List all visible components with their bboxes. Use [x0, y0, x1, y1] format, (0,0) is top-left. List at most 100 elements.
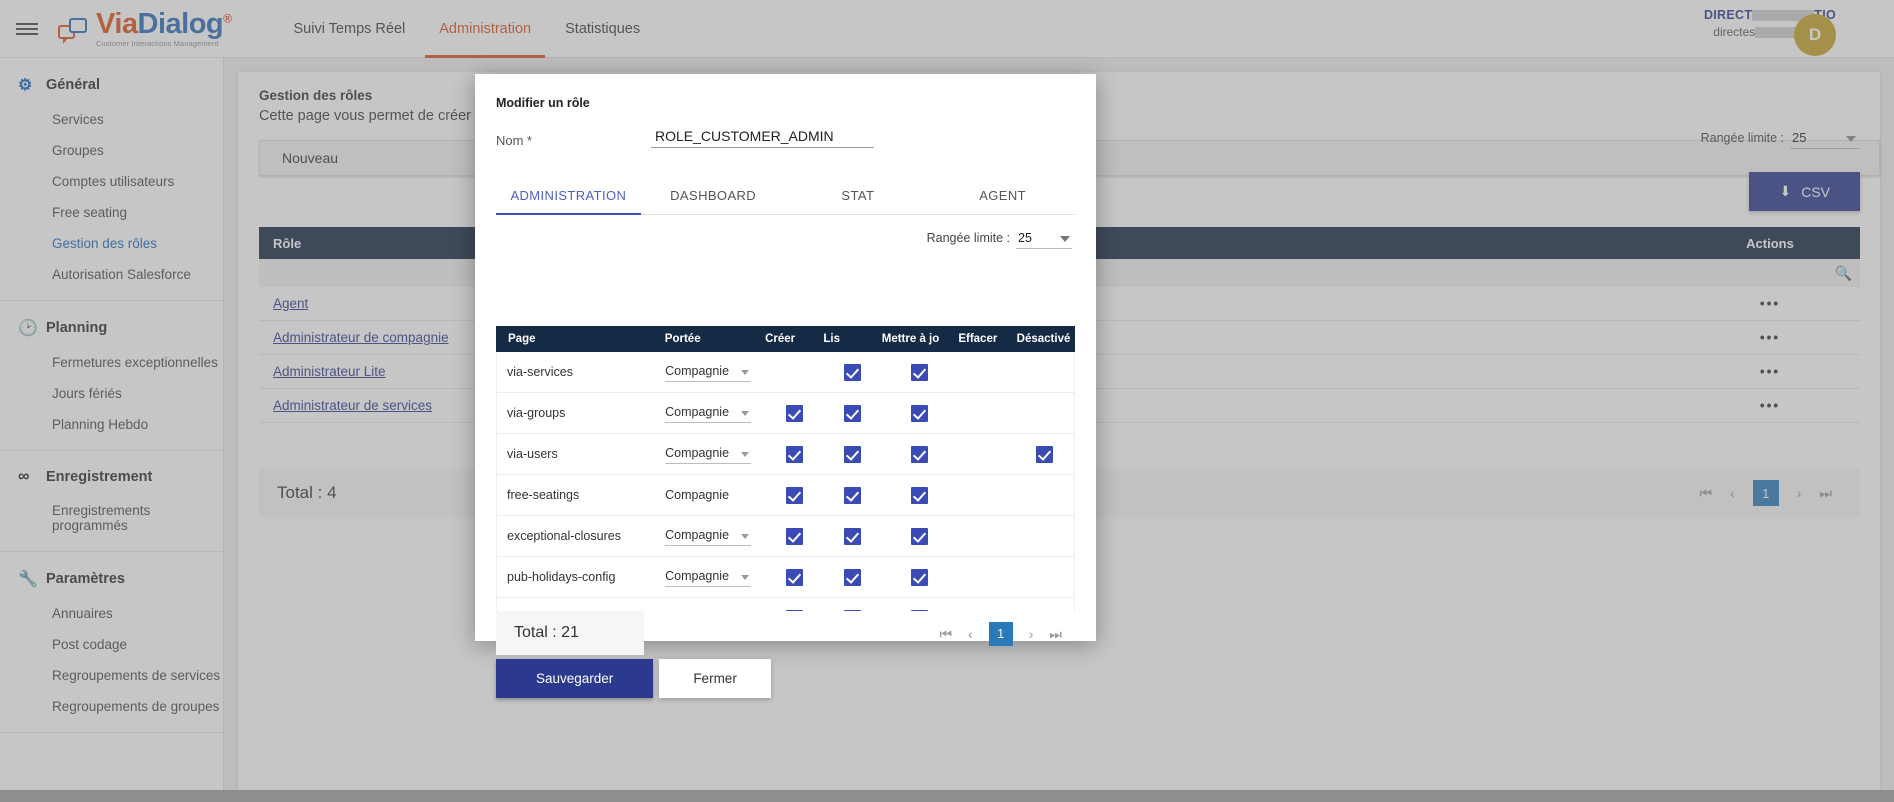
scope-value: Compagnie: [665, 487, 730, 502]
page-name: via-groups: [507, 406, 566, 420]
modal-row-limit-value: 25: [1018, 231, 1032, 245]
checkbox-mettre-a-jour[interactable]: [911, 404, 929, 422]
checkbox-creer[interactable]: [785, 609, 803, 611]
pagination-first-icon[interactable]: ⏮: [939, 626, 952, 643]
checkbox-lis[interactable]: [843, 486, 861, 504]
scope-select[interactable]: Compagnie: [665, 364, 752, 382]
tab-administration[interactable]: ADMINISTRATION: [496, 178, 641, 215]
checkbox-desactive[interactable]: [1036, 364, 1053, 381]
pagination-last-icon[interactable]: ⏭: [1049, 626, 1062, 643]
page-name: pub-holidays-config: [507, 570, 616, 584]
role-name-field-row: Nom * ROLE_CUSTOMER_ADMIN: [475, 110, 1096, 148]
table-row[interactable]: weekly-configs Compagnie: [497, 598, 1074, 611]
checkbox-creer[interactable]: [785, 486, 803, 504]
scope-select[interactable]: Compagnie: [665, 528, 752, 546]
modal-title: Modifier un rôle: [496, 96, 590, 110]
checkbox-mettre-a-jour[interactable]: [911, 445, 929, 463]
scope-value: Compagnie: [665, 569, 730, 583]
checkbox-effacer[interactable]: [978, 487, 995, 504]
checkbox-mettre-a-jour[interactable]: [911, 527, 929, 545]
checkbox-creer[interactable]: [785, 568, 803, 586]
page-name: free-seatings: [507, 488, 580, 502]
checkbox-lis[interactable]: [843, 568, 861, 586]
checkbox-lis[interactable]: [843, 445, 861, 463]
checkbox-effacer[interactable]: [978, 405, 995, 422]
chevron-down-icon: [741, 534, 750, 539]
checkbox-mettre-a-jour[interactable]: [911, 609, 929, 611]
table-row[interactable]: free-seatings Compagnie: [497, 475, 1074, 516]
permissions-table: Page Portée Créer Lis Mettre à jo Efface…: [496, 326, 1075, 611]
checkbox-effacer[interactable]: [978, 610, 995, 612]
checkbox-desactive[interactable]: [1036, 528, 1053, 545]
table-row[interactable]: pub-holidays-config Compagnie: [497, 557, 1074, 598]
scope-value: Compagnie: [665, 610, 729, 611]
checkbox-effacer[interactable]: [978, 364, 995, 381]
checkbox-desactive[interactable]: [1036, 405, 1053, 422]
role-name-label: Nom *: [496, 133, 533, 148]
checkbox-effacer[interactable]: [978, 446, 995, 463]
checkbox-creer[interactable]: [785, 527, 803, 545]
scope-select[interactable]: Compagnie: [665, 569, 752, 587]
column-header-creer: Créer: [765, 333, 796, 345]
modal-row-limit-select[interactable]: 25: [1016, 231, 1072, 249]
pagination-page-1[interactable]: 1: [988, 622, 1013, 646]
tab-dashboard[interactable]: DASHBOARD: [641, 178, 786, 214]
checkbox-mettre-a-jour[interactable]: [911, 486, 929, 504]
checkbox-desactive[interactable]: [1036, 610, 1053, 612]
column-header-effacer: Effacer: [958, 333, 998, 345]
save-button[interactable]: Sauvegarder: [496, 659, 654, 698]
chevron-down-icon: [741, 411, 750, 416]
checkbox-lis[interactable]: [843, 527, 861, 545]
scope-value: Compagnie: [665, 446, 730, 460]
checkbox-creer[interactable]: [785, 445, 803, 463]
column-header-lis: Lis: [823, 333, 841, 345]
scope-select[interactable]: Compagnie: [665, 405, 752, 423]
checkbox-desactive[interactable]: [1036, 569, 1053, 586]
scope-select[interactable]: Compagnie: [665, 610, 751, 611]
scope-select[interactable]: Compagnie: [665, 488, 751, 505]
scope-value: Compagnie: [665, 364, 730, 378]
table-row[interactable]: via-groups Compagnie: [497, 393, 1074, 434]
tab-stat[interactable]: STAT: [786, 178, 931, 214]
pagination-next-icon[interactable]: ›: [1029, 626, 1034, 642]
column-header-mettre-a-jour: Mettre à jo: [881, 333, 940, 345]
modal-row-limit-control[interactable]: Rangée limite : 25: [475, 231, 1072, 249]
modal-tabs: ADMINISTRATION DASHBOARD STAT AGENT: [496, 178, 1075, 215]
checkbox-desactive[interactable]: [1036, 487, 1053, 504]
checkbox-effacer[interactable]: [978, 569, 995, 586]
modal-action-buttons: Sauvegarder Fermer: [496, 659, 771, 698]
modal-total-bar: Total : 21: [496, 611, 644, 655]
column-header-desactive: Désactivé: [1016, 333, 1071, 345]
checkbox-effacer[interactable]: [978, 528, 995, 545]
checkbox-creer[interactable]: [786, 364, 803, 381]
column-header-portee: Portée: [664, 333, 701, 345]
permissions-table-body: via-services Compagnie via-groups Compag…: [496, 352, 1075, 611]
chevron-down-icon: [741, 575, 750, 580]
checkbox-creer[interactable]: [785, 404, 803, 422]
page-name: exceptional-closures: [507, 529, 621, 543]
checkbox-mettre-a-jour[interactable]: [911, 568, 929, 586]
column-header-page: Page: [508, 333, 536, 345]
table-row[interactable]: exceptional-closures Compagnie: [497, 516, 1074, 557]
table-row[interactable]: via-services Compagnie: [497, 352, 1074, 393]
table-row[interactable]: via-users Compagnie: [497, 434, 1074, 475]
page-name: via-services: [507, 365, 573, 379]
chevron-down-icon: [1060, 236, 1070, 242]
checkbox-mettre-a-jour[interactable]: [911, 363, 929, 381]
pagination-prev-icon[interactable]: ‹: [968, 626, 973, 642]
checkbox-lis[interactable]: [843, 363, 861, 381]
tab-agent[interactable]: AGENT: [930, 178, 1075, 214]
scope-select[interactable]: Compagnie: [665, 446, 752, 464]
role-name-input[interactable]: ROLE_CUSTOMER_ADMIN: [651, 128, 874, 148]
permissions-table-header: Page Portée Créer Lis Mettre à jo Efface…: [496, 326, 1075, 352]
close-button[interactable]: Fermer: [659, 659, 771, 698]
scope-value: Compagnie: [665, 405, 730, 419]
scope-value: Compagnie: [665, 528, 730, 542]
bottom-strip: [0, 790, 1894, 802]
checkbox-lis[interactable]: [843, 404, 861, 422]
modal-row-limit-label: Rangée limite :: [926, 231, 1010, 245]
modal-pagination: ⏮ ‹ 1 › ⏭: [939, 622, 1062, 646]
checkbox-desactive[interactable]: [1036, 445, 1054, 463]
checkbox-lis[interactable]: [843, 609, 861, 611]
chevron-down-icon: [741, 452, 750, 457]
